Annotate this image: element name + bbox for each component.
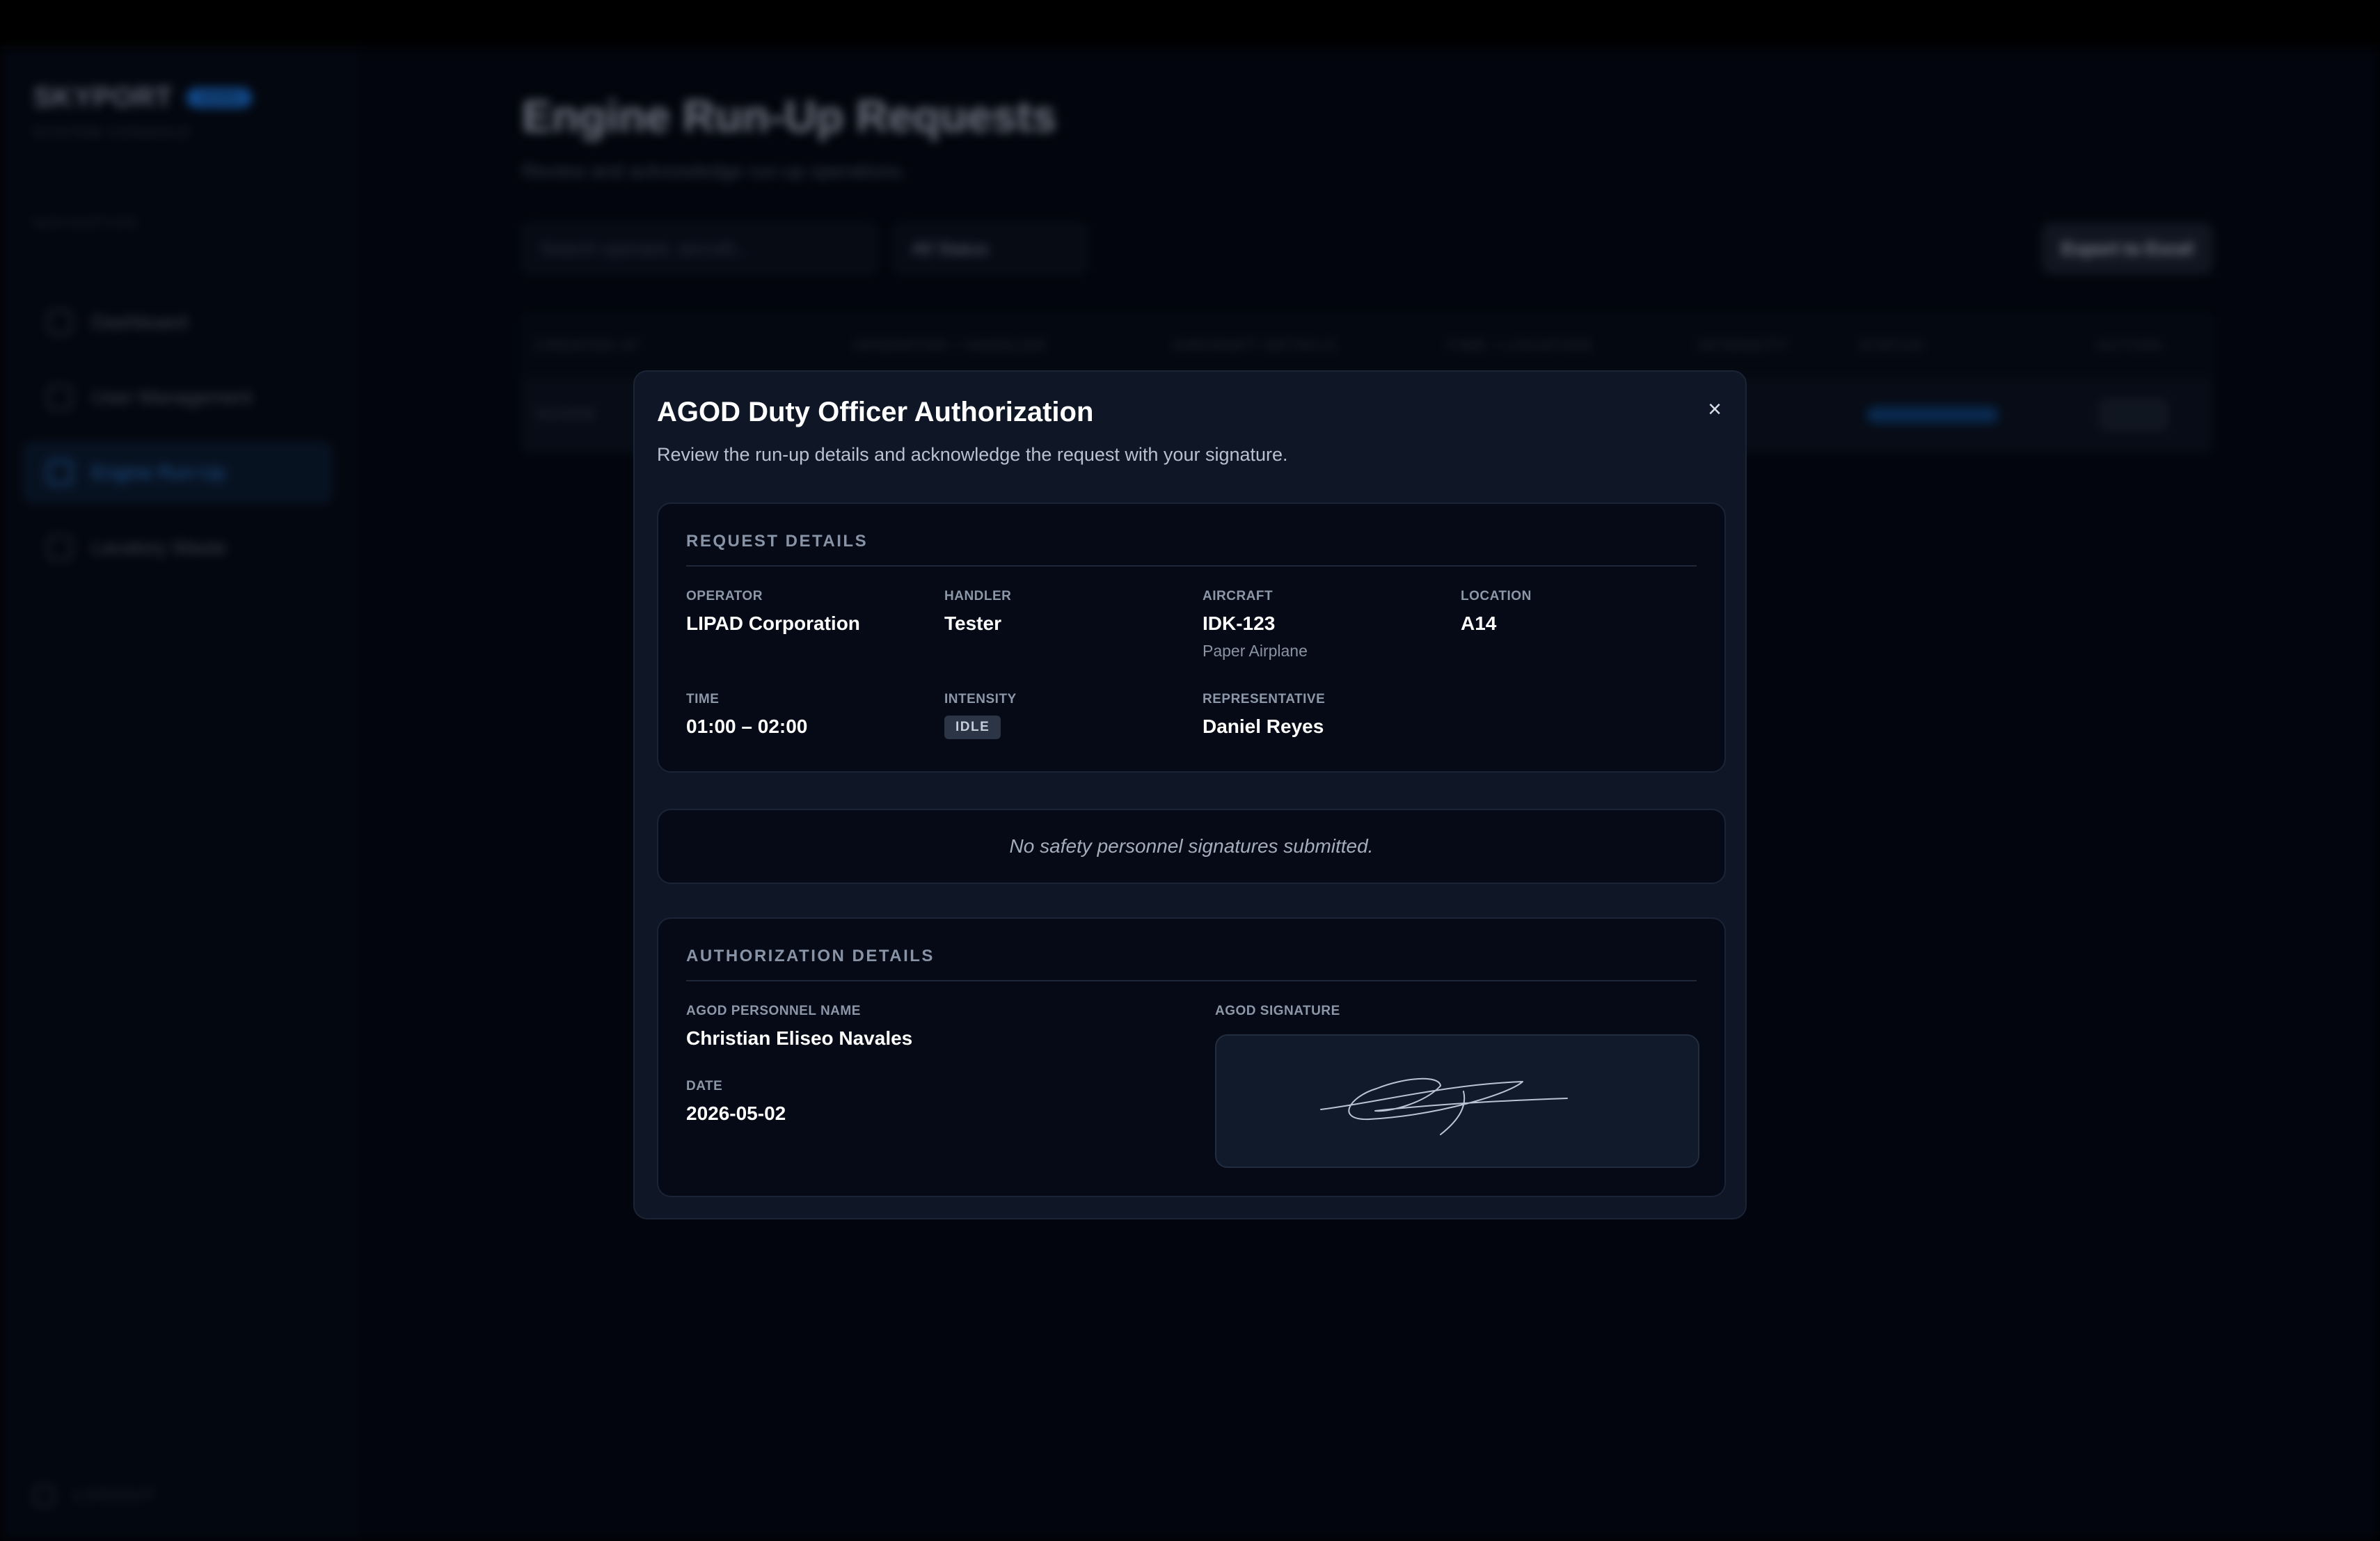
operator-label: OPERATOR [686, 589, 763, 603]
intensity-field: INTENSITY IDLE [944, 692, 1017, 739]
request-details-card: REQUEST DETAILS OPERATOR LIPAD Corporati… [657, 503, 1726, 773]
handler-label: HANDLER [944, 589, 1012, 603]
personnel-name-label: AGOD PERSONNEL NAME [686, 1004, 861, 1018]
modal-subtitle: Review the run-up details and acknowledg… [657, 444, 1288, 465]
divider [686, 565, 1697, 567]
window-top-bar [0, 0, 2380, 49]
time-value: 01:00 – 02:00 [686, 716, 808, 737]
authorization-modal: AGOD Duty Officer Authorization Review t… [633, 370, 1747, 1219]
handler-value: Tester [944, 613, 1001, 634]
date-label: DATE [686, 1079, 723, 1093]
location-value: A14 [1461, 613, 1497, 634]
handler-field: HANDLER Tester [944, 589, 1011, 635]
signature-drawing [1320, 1077, 1568, 1135]
time-label: TIME [686, 692, 720, 706]
signature-label: AGOD SIGNATURE [1215, 1004, 1340, 1018]
safety-empty-message: No safety personnel signatures submitted… [1009, 835, 1374, 857]
location-label: LOCATION [1461, 589, 1532, 603]
intensity-badge: IDLE [944, 716, 1001, 739]
location-field: LOCATION A14 [1461, 589, 1532, 635]
close-icon: × [1708, 395, 1722, 422]
intensity-label: INTENSITY [944, 692, 1017, 706]
representative-field: REPRESENTATIVE Daniel Reyes [1203, 692, 1325, 738]
aircraft-label: AIRCRAFT [1203, 589, 1274, 603]
personnel-name-value: Christian Eliseo Navales [686, 1027, 913, 1049]
representative-value: Daniel Reyes [1203, 716, 1324, 737]
close-button[interactable]: × [1698, 393, 1731, 426]
signature-box [1215, 1034, 1699, 1168]
divider [686, 980, 1697, 981]
operator-field: OPERATOR LIPAD Corporation [686, 589, 860, 635]
signature-field: AGOD SIGNATURE [1215, 1004, 1340, 1019]
aircraft-field: AIRCRAFT IDK-123 Paper Airplane [1203, 589, 1308, 661]
modal-title: AGOD Duty Officer Authorization [657, 397, 1094, 427]
operator-value: LIPAD Corporation [686, 613, 860, 634]
personnel-name-field: AGOD PERSONNEL NAME Christian Eliseo Nav… [686, 1004, 912, 1050]
authorization-details-heading: AUTHORIZATION DETAILS [686, 947, 935, 965]
aircraft-type: Paper Airplane [1203, 642, 1308, 660]
safety-signatures-card: No safety personnel signatures submitted… [657, 809, 1726, 884]
authorization-details-card: AUTHORIZATION DETAILS AGOD PERSONNEL NAM… [657, 917, 1726, 1197]
date-value: 2026-05-02 [686, 1103, 786, 1124]
request-details-heading: REQUEST DETAILS [686, 532, 868, 551]
aircraft-value: IDK-123 [1203, 613, 1276, 634]
time-field: TIME 01:00 – 02:00 [686, 692, 807, 738]
representative-label: REPRESENTATIVE [1203, 692, 1326, 706]
date-field: DATE 2026-05-02 [686, 1079, 786, 1125]
